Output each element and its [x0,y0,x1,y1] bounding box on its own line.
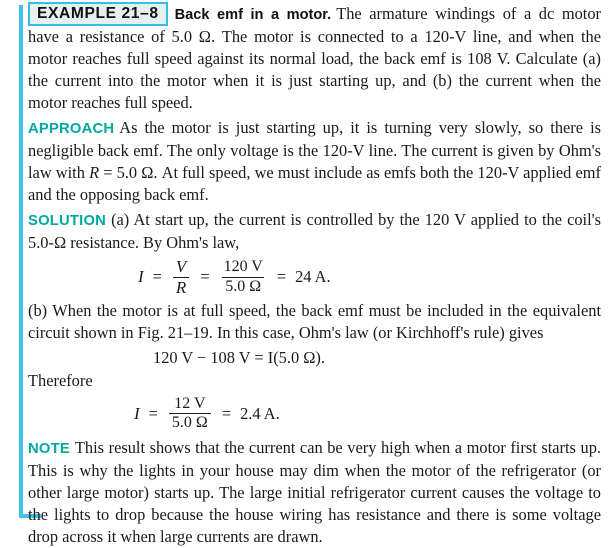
fraction-12v-over-5ohm: 12 V 5.0 Ω [168,394,211,433]
equation-b-line: 120 V − 108 V = I(5.0 Ω). [153,347,325,367]
therefore-label: Therefore [28,370,93,390]
equation-c-equals-1: = [148,403,158,423]
fraction-120v-numerator: 120 V [223,258,263,276]
approach-text-after: = 5.0 Ω. At full speed, we must include … [28,163,601,204]
example-heading-paragraph: EXAMPLE 21–8 Back emf in a motor. The arma… [28,2,601,114]
example-block: EXAMPLE 21–8 Back emf in a motor. The arma… [0,0,613,546]
approach-paragraph: APPROACH As the motor is just starting up… [28,117,601,206]
fraction-12v-numerator: 12 V [174,394,206,412]
left-margin-rule [19,5,23,518]
equation-emf-balance: 120 V − 108 V = I(5.0 Ω). [28,348,601,368]
approach-label: APPROACH [28,121,115,137]
solution-part-b-paragraph: (b) When the motor is at full speed, the… [28,300,601,344]
fraction-5ohm-denominator: 5.0 Ω [222,276,265,296]
equation-c-lhs: I [134,403,140,423]
equation-c-result: 2.4 A. [240,403,280,423]
note-paragraph: NOTE This result shows that the current c… [28,437,601,548]
example-title: Back emf in a motor. [174,7,332,23]
equation-a-lhs: I [138,267,144,287]
equation-a-equals-2: = [200,267,210,287]
fraction-v-over-r: V R [172,257,190,297]
example-content: EXAMPLE 21–8 Back emf in a motor. The arma… [28,2,605,548]
equation-current-start-up: I = V R = 120 V 5.0 Ω = 24 A. [28,258,601,297]
equation-current-full-speed: I = 12 V 5.0 Ω = 2.4 A. [28,394,601,433]
note-text: This result shows that the current can b… [28,438,601,547]
equation-a-result: 24 A. [295,267,331,287]
fraction-120v-over-5ohm: 120 V 5.0 Ω [221,258,266,296]
equation-c-equals-2: = [221,403,232,423]
note-label: NOTE [28,441,70,458]
approach-variable-R: R [89,163,100,182]
solution-part-a-paragraph: SOLUTION (a) At start up, the current is … [28,209,601,254]
fraction-v-over-r-denominator: R [172,276,190,297]
solution-label: SOLUTION [28,213,107,229]
solution-part-b-text: (b) When the motor is at full speed, the… [28,300,601,342]
fraction-v-over-r-numerator: V [175,257,187,276]
equation-a-equals-1: = [152,267,162,287]
fraction-5ohm-denominator-2: 5.0 Ω [168,413,211,432]
equation-a-equals-3: = [276,267,287,287]
solution-part-a-text: (a) At start up, the current is controll… [28,210,601,252]
example-number-badge: EXAMPLE 21–8 [28,2,168,26]
